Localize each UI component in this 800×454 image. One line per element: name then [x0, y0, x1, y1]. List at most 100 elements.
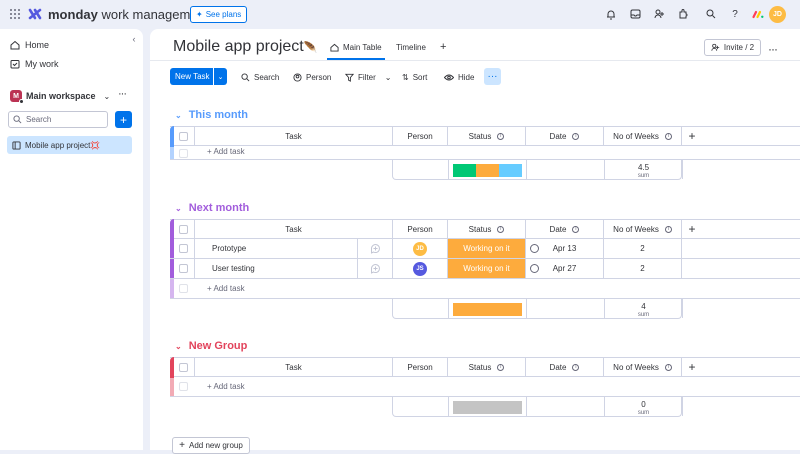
add-new-group-button[interactable]: + Add new group: [172, 437, 250, 454]
chevron-down-icon[interactable]: ⌄: [175, 204, 182, 213]
add-view-button[interactable]: +: [440, 40, 446, 54]
date-cell[interactable]: Apr 13: [526, 239, 604, 258]
column-header-person[interactable]: Person: [393, 127, 448, 145]
add-column-button[interactable]: +: [682, 358, 702, 376]
column-header-date[interactable]: Date i: [526, 127, 604, 145]
info-icon[interactable]: i: [497, 363, 505, 371]
board-more-icon[interactable]: ···: [768, 42, 778, 56]
add-item-button[interactable]: +: [115, 111, 132, 128]
sidebar-item-board[interactable]: Mobile app project💢: [7, 136, 132, 154]
search-tool-button[interactable]: Search: [241, 71, 279, 83]
column-header-status[interactable]: Status i: [448, 358, 526, 376]
new-task-button[interactable]: New Task ⌄: [170, 68, 227, 85]
status-summary-bar[interactable]: [453, 303, 522, 316]
sidebar-item-home[interactable]: Home: [10, 38, 49, 52]
add-task-label[interactable]: + Add task: [207, 382, 245, 391]
row-checkbox[interactable]: [179, 244, 188, 253]
filter-button[interactable]: Filter ⌄: [345, 71, 391, 83]
column-header-task[interactable]: Task: [194, 220, 393, 238]
status-cell[interactable]: Working on it: [448, 239, 526, 258]
workspace-selector[interactable]: M Main workspace ⌄: [10, 90, 110, 104]
group-title-new-group[interactable]: ⌄ New Group: [175, 340, 247, 352]
board-title[interactable]: Mobile app project🪶: [173, 38, 317, 56]
select-all-checkbox[interactable]: [179, 363, 188, 372]
group-title-this-month[interactable]: ⌄ This month: [175, 109, 248, 121]
column-header-person[interactable]: Person: [393, 220, 448, 238]
task-name-cell[interactable]: Prototype: [194, 239, 358, 258]
monday-apps-logo-icon[interactable]: [752, 9, 764, 19]
collapse-sidebar-icon[interactable]: ‹: [128, 33, 140, 45]
column-header-task[interactable]: Task: [194, 127, 393, 145]
add-update-cell[interactable]: [358, 239, 393, 258]
column-header-weeks[interactable]: No of Weeks i: [604, 358, 682, 376]
inbox-icon[interactable]: [629, 8, 641, 20]
column-header-date[interactable]: Date i: [526, 220, 604, 238]
add-task-row[interactable]: + Add task: [170, 377, 800, 397]
column-header-weeks[interactable]: No of Weeks i: [604, 220, 682, 238]
column-header-label: Person: [407, 131, 433, 141]
add-task-label[interactable]: + Add task: [207, 147, 245, 156]
table-header: Task Person Status i Date i No of Weeks i +: [170, 219, 800, 240]
weeks-cell[interactable]: 2: [604, 239, 682, 258]
invite-button[interactable]: Invite / 2: [704, 39, 761, 56]
sidebar-search-input[interactable]: Search: [8, 111, 108, 128]
workspace-more-icon[interactable]: ···: [118, 88, 127, 100]
add-task-row[interactable]: + Add task: [170, 146, 800, 160]
select-all-checkbox[interactable]: [179, 225, 188, 234]
task-name-cell[interactable]: User testing: [194, 259, 358, 278]
info-icon[interactable]: i: [497, 132, 505, 140]
person-cell[interactable]: JS: [393, 259, 448, 278]
column-header-status[interactable]: Status i: [448, 220, 526, 238]
bell-icon[interactable]: [605, 8, 617, 20]
info-icon[interactable]: i: [664, 363, 672, 371]
table-row[interactable]: Prototype JD Working on it Apr 13 2: [170, 239, 800, 259]
chevron-down-icon[interactable]: ⌄: [175, 342, 182, 351]
info-icon[interactable]: i: [664, 225, 672, 233]
add-column-button[interactable]: +: [682, 127, 702, 145]
add-update-icon[interactable]: [370, 263, 381, 274]
status-cell[interactable]: Working on it: [448, 259, 526, 278]
app-switcher-icon[interactable]: [10, 9, 20, 19]
select-all-checkbox[interactable]: [179, 132, 188, 141]
column-header-weeks[interactable]: No of Weeks i: [604, 127, 682, 145]
tab-main-table[interactable]: Main Table: [330, 40, 382, 54]
add-update-cell[interactable]: [358, 259, 393, 278]
person-cell[interactable]: JD: [393, 239, 448, 258]
toolbar-more-icon[interactable]: ···: [484, 68, 501, 85]
apps-icon[interactable]: [677, 8, 689, 20]
weeks-cell[interactable]: 2: [604, 259, 682, 278]
column-header-label: Person: [407, 224, 433, 234]
user-avatar[interactable]: JD: [769, 6, 786, 23]
info-icon[interactable]: i: [572, 225, 580, 233]
column-header-task[interactable]: Task: [194, 358, 393, 376]
chevron-down-icon[interactable]: ⌄: [213, 68, 227, 85]
add-task-label[interactable]: + Add task: [207, 284, 245, 293]
invite-members-icon[interactable]: [653, 8, 665, 20]
sidebar-item-my-work[interactable]: My work: [10, 57, 59, 71]
info-icon[interactable]: i: [497, 225, 505, 233]
status-summary-bar[interactable]: [453, 164, 522, 177]
sort-button[interactable]: ⇅ Sort: [402, 71, 427, 83]
see-plans-button[interactable]: ✦ See plans: [190, 6, 248, 23]
table-header: Task Person Status i Date i No of Weeks i +: [170, 357, 800, 378]
add-task-row[interactable]: + Add task: [170, 279, 800, 299]
chevron-down-icon[interactable]: ⌄: [175, 111, 182, 120]
column-header-status[interactable]: Status i: [448, 127, 526, 145]
column-header-date[interactable]: Date i: [526, 358, 604, 376]
info-icon[interactable]: i: [664, 132, 672, 140]
add-update-icon[interactable]: [370, 243, 381, 254]
tab-timeline[interactable]: Timeline: [396, 40, 426, 54]
person-filter-button[interactable]: Person: [293, 71, 331, 83]
status-summary-bar[interactable]: [453, 401, 522, 414]
hide-button[interactable]: Hide: [444, 71, 474, 83]
help-icon[interactable]: ?: [729, 8, 741, 20]
column-header-person[interactable]: Person: [393, 358, 448, 376]
info-icon[interactable]: i: [572, 132, 580, 140]
group-title-next-month[interactable]: ⌄ Next month: [175, 202, 249, 214]
table-row[interactable]: User testing JS Working on it Apr 27 2: [170, 259, 800, 279]
info-icon[interactable]: i: [572, 363, 580, 371]
search-icon[interactable]: [705, 8, 717, 20]
row-checkbox[interactable]: [179, 264, 188, 273]
add-column-button[interactable]: +: [682, 220, 702, 238]
date-cell[interactable]: Apr 27: [526, 259, 604, 278]
